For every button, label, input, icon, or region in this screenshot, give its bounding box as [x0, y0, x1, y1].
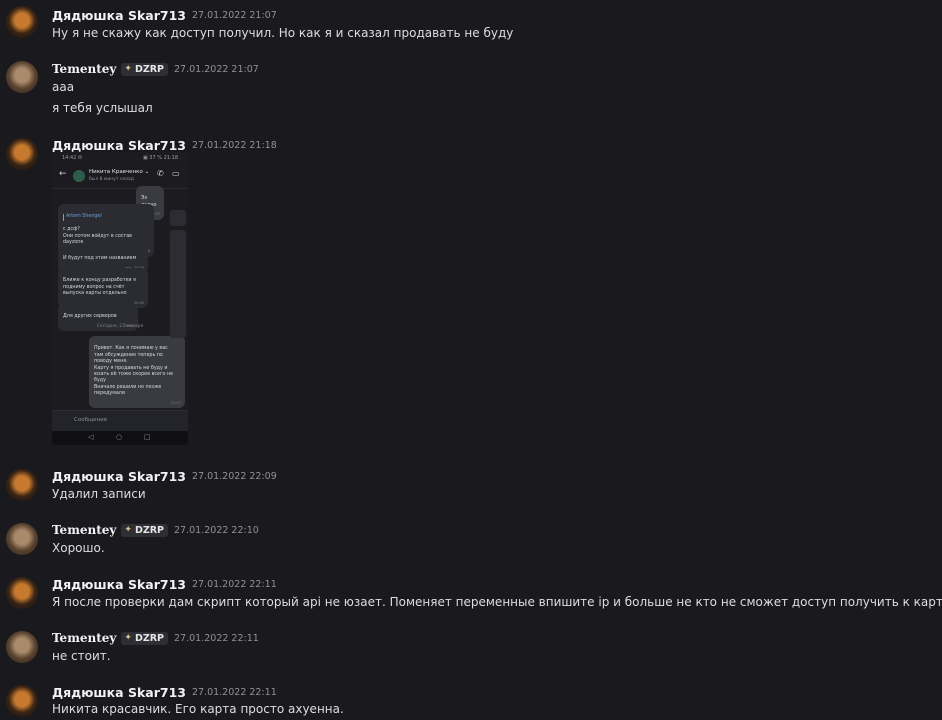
- timestamp: 27.01.2022 22:11: [191, 578, 277, 590]
- avatar[interactable]: [6, 138, 38, 170]
- message-text: Хорошо.: [52, 541, 105, 555]
- video-icon: ▭: [172, 169, 180, 178]
- username[interactable]: Tementey: [52, 631, 116, 645]
- username[interactable]: Tementey: [52, 523, 116, 537]
- date-divider: Сегодня, 27 января: [96, 324, 144, 329]
- contact-name: Никита Кравченко ⌄: [89, 169, 150, 175]
- chat-bubble: Ближе к концу разработки я подниму вопро…: [58, 268, 148, 309]
- username[interactable]: Дядюшка Skar713: [52, 685, 186, 700]
- message-text: я тебя услышал: [52, 101, 153, 115]
- chat-bubble: Привет. Как я понимаю у вас там обсужден…: [89, 336, 185, 409]
- avatar[interactable]: [6, 631, 38, 663]
- chat-header: ← Никита Кравченко ⌄ был 8 минут назад ✆…: [52, 164, 188, 189]
- contact-status: был 8 минут назад: [89, 177, 134, 182]
- side-panel: [170, 230, 186, 338]
- timestamp: 27.01.2022 21:07: [174, 63, 259, 75]
- message-text: Я после проверки дам скрипт который api …: [52, 595, 942, 609]
- home-nav-icon: ○: [116, 433, 123, 441]
- diamond-icon: ✦: [124, 633, 132, 643]
- phone-nav-bar: ◁ ○ □: [52, 431, 188, 445]
- timestamp: 27.01.2022 22:09: [191, 470, 277, 482]
- avatar[interactable]: [6, 577, 38, 609]
- phone-icon: ✆: [157, 169, 164, 178]
- username[interactable]: Tementey: [52, 62, 116, 76]
- server-tag[interactable]: ✦ DZRP: [121, 631, 169, 645]
- username[interactable]: Дядюшка Skar713: [52, 469, 186, 484]
- username[interactable]: Дядюшка Skar713: [52, 138, 186, 153]
- avatar[interactable]: [6, 469, 38, 501]
- message-text: не стоит.: [52, 649, 111, 663]
- timestamp: 27.01.2022 21:18: [191, 139, 277, 151]
- avatar[interactable]: [6, 523, 38, 555]
- username[interactable]: Дядюшка Skar713: [52, 577, 186, 592]
- recents-nav-icon: □: [144, 433, 151, 441]
- timestamp: 27.01.2022 22:11: [174, 632, 259, 644]
- message-text: ааа: [52, 80, 75, 94]
- contact-avatar: [73, 170, 85, 182]
- avatar[interactable]: [6, 6, 38, 38]
- message-input: Сообщение: [52, 410, 188, 431]
- avatar[interactable]: [6, 685, 38, 717]
- username[interactable]: Дядюшка Skar713: [52, 8, 186, 23]
- timestamp: 27.01.2022 22:10: [174, 524, 259, 536]
- arrow-left-icon: ←: [59, 169, 67, 179]
- message-text: Никита красавчик. Его карта просто ахуен…: [52, 702, 344, 716]
- side-panel: [170, 210, 186, 226]
- diamond-icon: ✦: [124, 525, 132, 535]
- diamond-icon: ✦: [124, 64, 132, 74]
- server-tag[interactable]: ✦ DZRP: [121, 523, 169, 537]
- image-attachment[interactable]: 14:42 ✉ ▣ 37 % 21:18 ← Никита Кравченко …: [52, 152, 188, 445]
- timestamp: 27.01.2022 22:11: [191, 686, 277, 698]
- message: Дядюшка Skar713 27.01.2022 21:07 Ну я не…: [0, 0, 942, 48]
- server-tag[interactable]: ✦ DZRP: [121, 62, 169, 76]
- avatar[interactable]: [6, 61, 38, 93]
- back-nav-icon: ◁: [88, 433, 94, 441]
- message-text: Ну я не скажу как доступ получил. Но как…: [52, 26, 514, 40]
- message-text: Удалил записи: [52, 487, 146, 501]
- timestamp: 27.01.2022 21:07: [191, 9, 277, 21]
- phone-status-bar: 14:42 ✉ ▣ 37 % 21:18: [62, 155, 178, 161]
